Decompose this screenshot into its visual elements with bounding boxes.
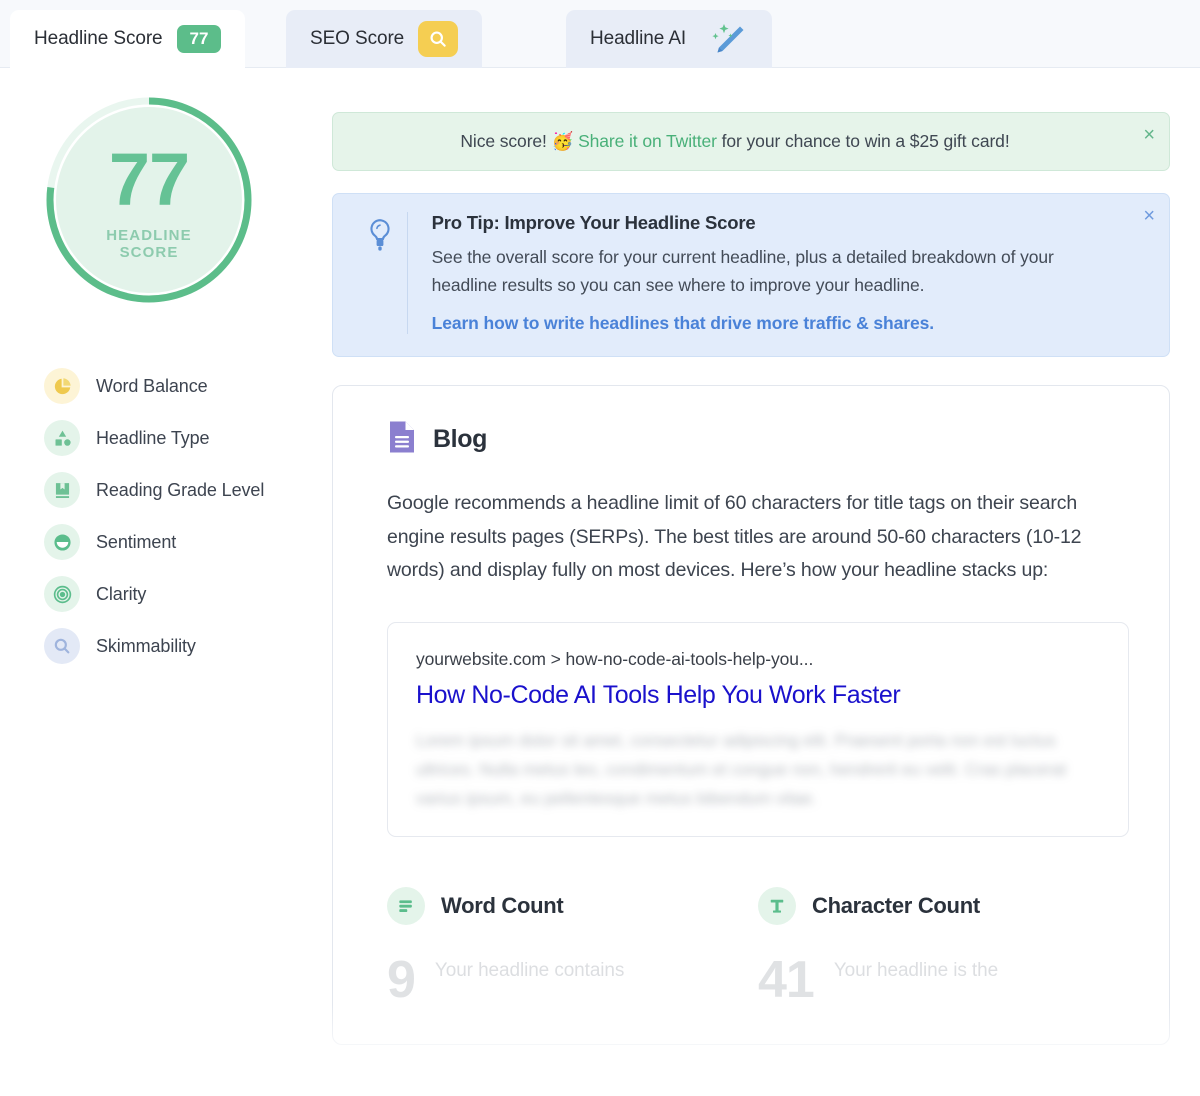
pie-chart-icon [44,368,80,404]
share-banner: Nice score! 🥳 Share it on Twitter for yo… [332,112,1170,171]
pro-tip-link[interactable]: Learn how to write headlines that drive … [432,313,935,334]
pro-tip-divider [407,212,408,335]
metric-sentiment[interactable]: Sentiment [44,516,324,568]
metric-reading-grade-level[interactable]: Reading Grade Level [44,464,324,516]
tab-seo-score[interactable]: SEO Score [286,10,483,68]
sparkle-pencil-icon [700,20,748,58]
lines-icon [387,886,425,925]
document-icon [387,420,417,459]
share-prefix: Nice score! [460,131,552,151]
tab-headline-ai[interactable]: Headline AI [566,10,773,68]
neutral-face-icon [44,524,80,560]
character-count-body: 41 Your headline is the [758,950,1129,1009]
headline-score-ring: 77 HEADLINE SCORE [44,95,254,305]
lightbulb-icon [353,212,407,334]
serp-description: Lorem ipsum dolor sit amet, consectetur … [416,730,1067,809]
metric-word-balance[interactable]: Word Balance [44,360,324,412]
share-suffix: for your chance to win a $25 gift card! [716,131,1010,151]
word-count-header: Word Count [387,886,758,925]
share-on-twitter-link[interactable]: Share it on Twitter [578,131,717,151]
character-count-header: Character Count [758,886,1129,925]
tab-bar: Headline Score 77 SEO Score Headline AI [0,0,1200,68]
pro-tip-banner: Pro Tip: Improve Your Headline Score See… [332,193,1170,358]
close-icon[interactable]: × [1143,125,1155,145]
word-count-value: 9 [387,950,416,1009]
tab-label: SEO Score [310,28,405,49]
word-count-description: Your headline contains [434,959,625,981]
metric-label: Reading Grade Level [96,479,265,500]
metric-skimmability[interactable]: Skimmability [44,620,324,672]
party-face-emoji: 🥳 [551,131,574,151]
metric-label: Skimmability [96,635,196,656]
word-count-title: Word Count [441,892,564,918]
pro-tip-body: See the overall score for your current h… [431,247,1054,295]
bookmark-icon [44,472,80,508]
character-count-block: Character Count 41 Your headline is the [758,886,1129,1009]
blog-card-header: Blog [387,420,1129,459]
headline-analyzer-app: Headline Score 77 SEO Score Headline AI [0,0,1200,1096]
shapes-icon [44,420,80,456]
pro-tip-content: Pro Tip: Improve Your Headline Score See… [432,212,1115,334]
tab-headline-score[interactable]: Headline Score 77 [10,10,246,68]
word-count-body: 9 Your headline contains [387,950,758,1009]
main-content: Nice score! 🥳 Share it on Twitter for yo… [330,68,1200,1096]
character-count-value: 41 [758,950,815,1009]
blog-card-paragraph: Google recommends a headline limit of 60… [387,492,1082,582]
tab-label: Headline AI [590,28,687,49]
serp-title[interactable]: How No-Code AI Tools Help You Work Faste… [416,681,1100,710]
metric-label: Sentiment [96,531,177,552]
headline-score-badge: 77 [176,24,222,54]
metric-clarity[interactable]: Clarity [44,568,324,620]
pro-tip-title: Pro Tip: Improve Your Headline Score [431,212,756,233]
character-count-title: Character Count [812,892,980,918]
count-metrics: Word Count 9 Your headline contains Char… [387,886,1129,1009]
tab-label: Headline Score [34,28,163,49]
score-caption-line2: SCORE [119,244,179,262]
search-icon [418,21,459,57]
serp-preview: yourwebsite.com > how-no-code-ai-tools-h… [387,621,1129,837]
share-banner-text: Nice score! 🥳 Share it on Twitter for yo… [355,131,1115,152]
metrics-list: Word Balance Headline Type Reading Grade… [44,360,324,672]
close-icon[interactable]: × [1143,206,1155,226]
metric-label: Word Balance [96,375,208,396]
metric-label: Clarity [96,583,147,604]
metric-label: Headline Type [96,427,210,448]
serp-url: yourwebsite.com > how-no-code-ai-tools-h… [416,648,814,669]
metric-headline-type[interactable]: Headline Type [44,412,324,464]
score-value: 77 [108,138,190,221]
word-count-block: Word Count 9 Your headline contains [387,886,758,1009]
blog-card-title: Blog [433,425,487,454]
character-count-description: Your headline is the [833,959,999,981]
magnifier-icon [44,628,80,664]
score-caption: HEADLINE SCORE [44,227,254,262]
score-caption-line1: HEADLINE [106,227,192,244]
target-icon [44,576,80,612]
blog-result-card: Blog Google recommends a headline limit … [332,385,1170,1046]
score-sidebar: 77 HEADLINE SCORE Word Balance Headline … [0,68,330,1096]
text-t-icon [758,886,796,925]
